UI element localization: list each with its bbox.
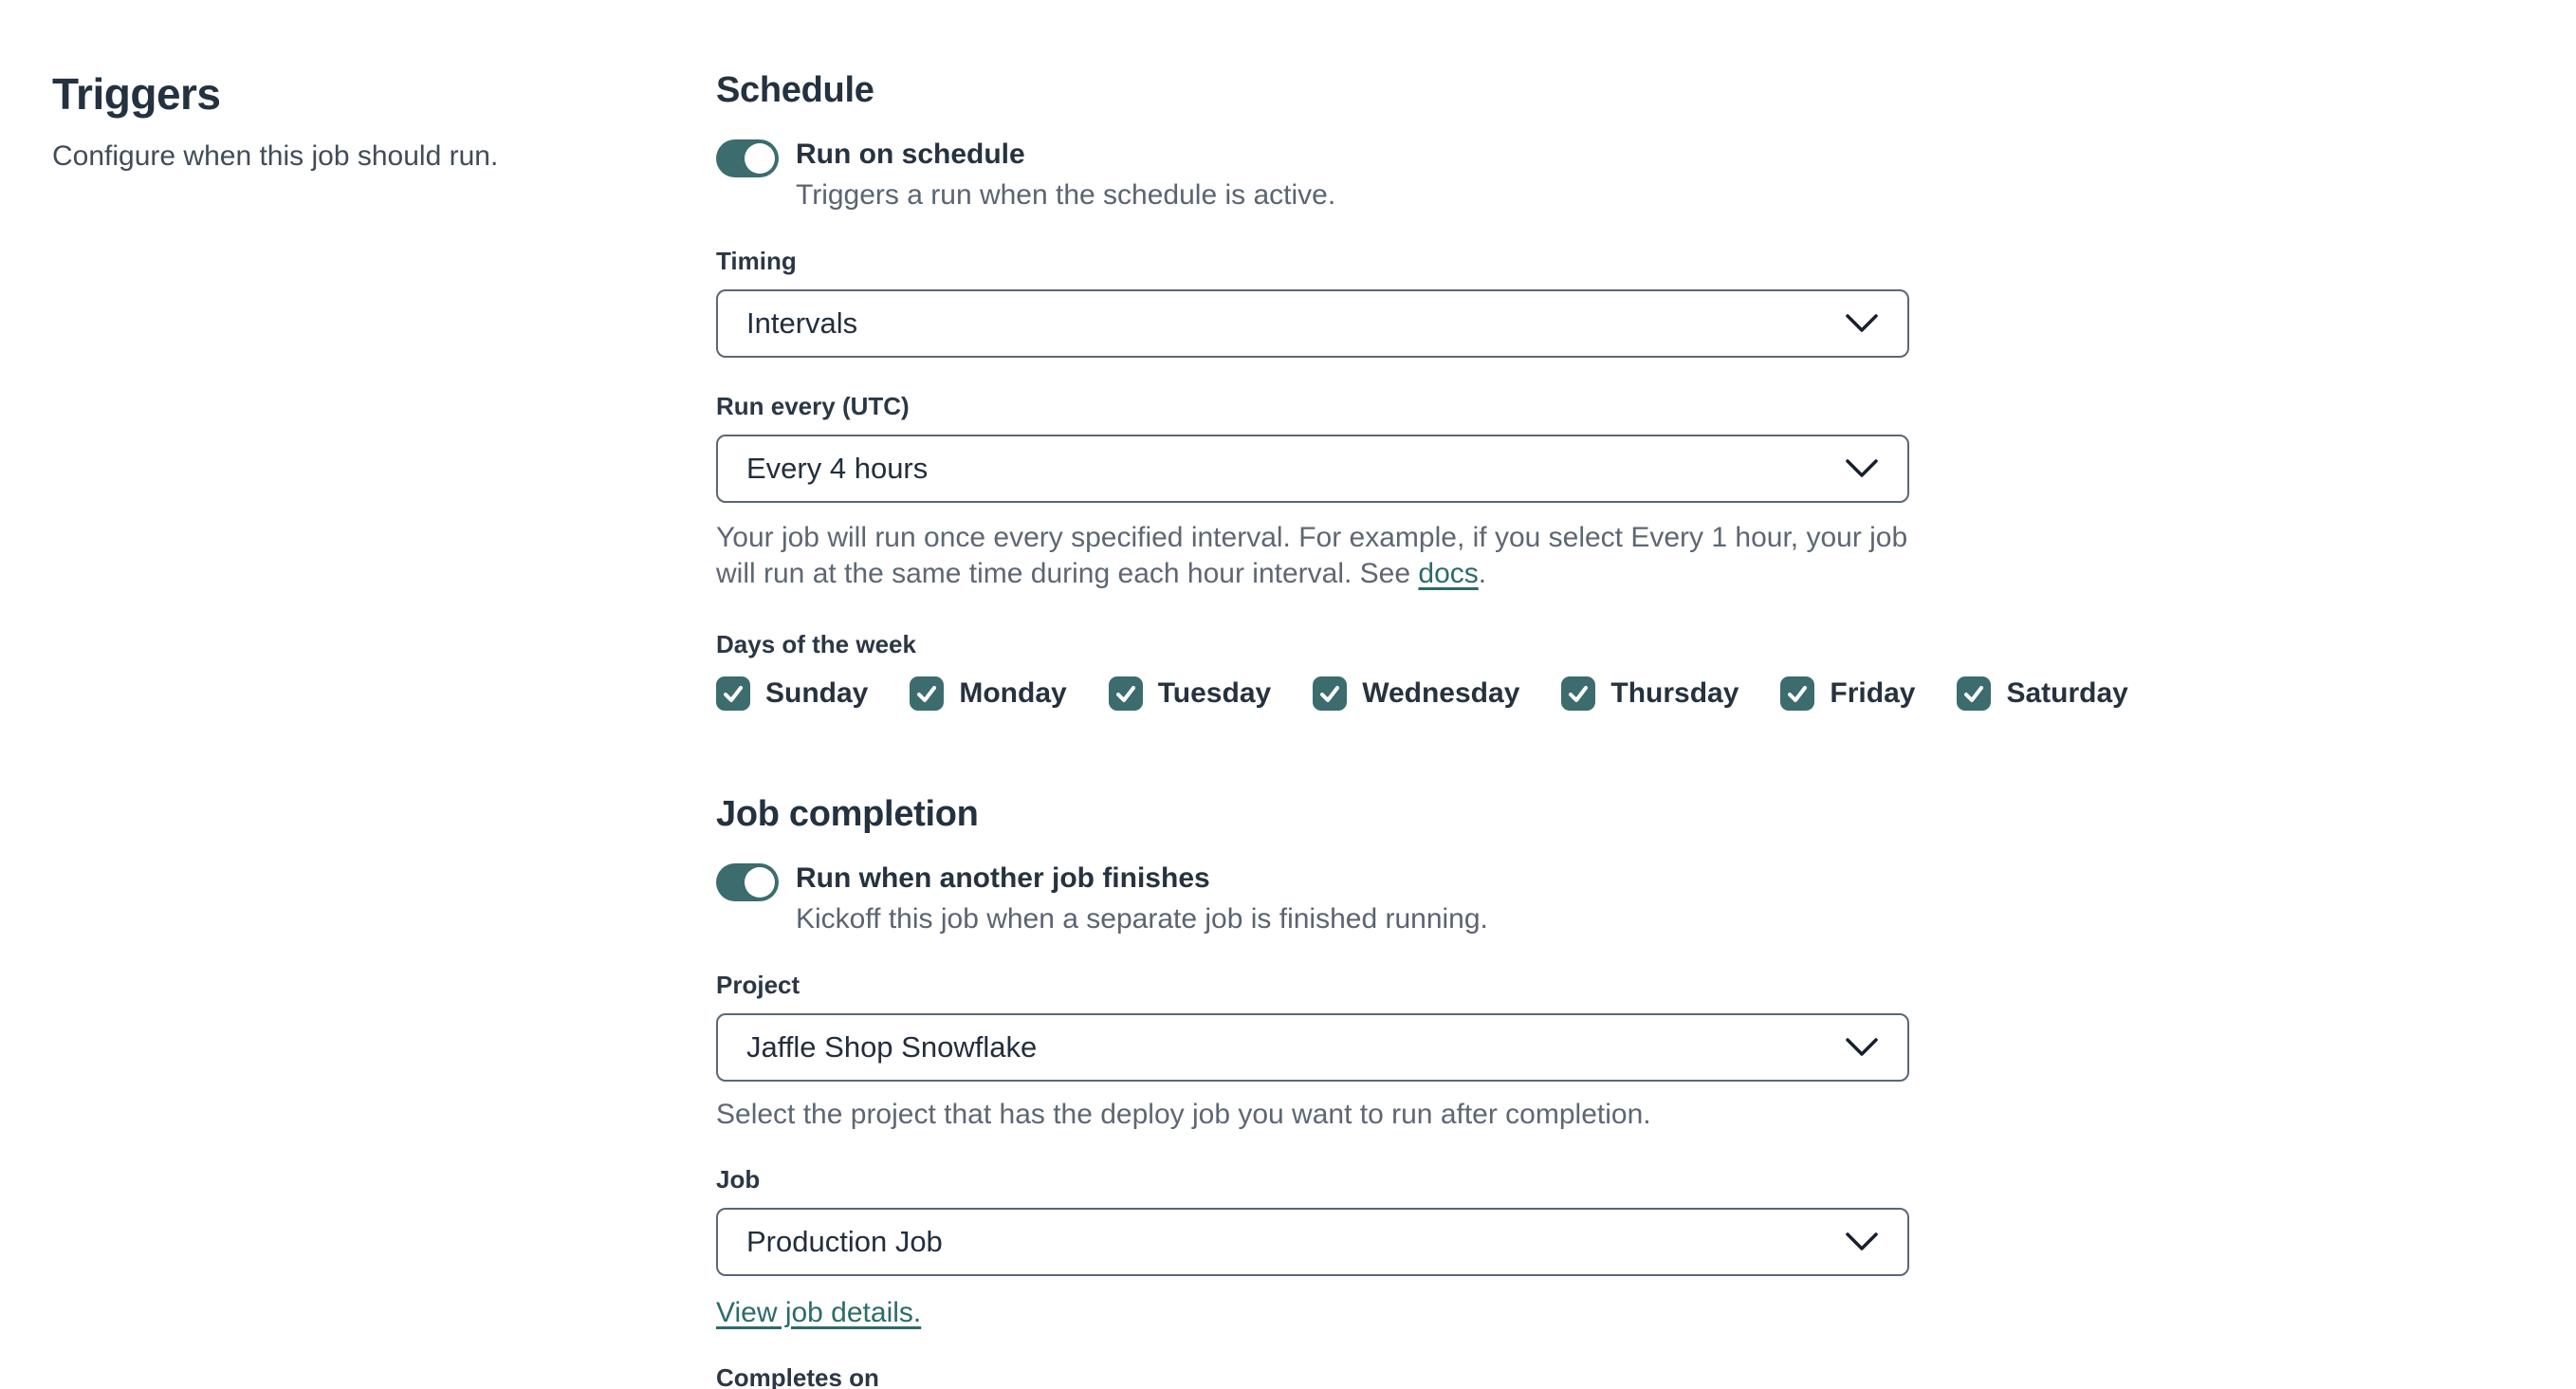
completes-on-field: Completes on Success ✕ ✕ <box>716 1363 1909 1389</box>
day-checkbox-thursday[interactable]: Thursday <box>1561 676 1739 712</box>
run-when-finishes-text: Run when another job finishes Kickoff th… <box>796 861 1488 936</box>
days-of-week-field: Days of the week Sunday Monday Tuesday W… <box>716 630 2128 712</box>
project-help-text: Select the project that has the deploy j… <box>716 1099 1651 1131</box>
timing-selected-value: Intervals <box>746 306 858 340</box>
day-label: Tuesday <box>1157 677 1272 710</box>
run-every-field: Run every (UTC) Every 4 hours Your job w… <box>716 392 1909 592</box>
day-checkbox-tuesday[interactable]: Tuesday <box>1108 676 1272 712</box>
run-on-schedule-row: Run on schedule Triggers a run when the … <box>716 138 1909 213</box>
triggers-form-panel: Schedule Run on schedule Triggers a run … <box>716 70 2128 1389</box>
run-when-finishes-description: Kickoff this job when a separate job is … <box>796 903 1488 935</box>
run-every-label: Run every (UTC) <box>716 392 910 420</box>
run-every-help-text: Your job will run once every specified i… <box>716 520 1909 592</box>
day-checkbox-friday[interactable]: Friday <box>1780 676 1916 712</box>
toggle-knob <box>745 867 775 898</box>
day-label: Saturday <box>2006 677 2128 710</box>
project-field: Project Jaffle Shop Snowflake Select the… <box>716 971 1909 1131</box>
schedule-section-heading: Schedule <box>716 70 874 110</box>
run-on-schedule-description: Triggers a run when the schedule is acti… <box>796 179 1336 211</box>
day-checkbox-saturday[interactable]: Saturday <box>1957 676 2128 712</box>
triggers-settings-page: Triggers Configure when this job should … <box>0 0 2576 1389</box>
project-select[interactable]: Jaffle Shop Snowflake <box>716 1013 1909 1083</box>
timing-label: Timing <box>716 247 797 275</box>
day-checkbox-sunday[interactable]: Sunday <box>716 676 869 712</box>
help-text-before: Your job will run once every specified i… <box>716 522 1908 590</box>
day-label: Sunday <box>765 677 869 710</box>
job-completion-section-heading: Job completion <box>716 794 979 835</box>
chevron-down-icon <box>1846 459 1878 477</box>
day-label: Wednesday <box>1362 677 1520 710</box>
day-checkbox-wednesday[interactable]: Wednesday <box>1313 676 1520 712</box>
run-when-finishes-label: Run when another job finishes <box>796 862 1210 895</box>
day-label: Monday <box>959 677 1067 710</box>
checkbox-checked-icon[interactable] <box>910 676 945 712</box>
job-select[interactable]: Production Job <box>716 1208 1909 1277</box>
triggers-description-panel: Triggers Configure when this job should … <box>52 68 640 173</box>
page-subtitle: Configure when this job should run. <box>52 140 499 172</box>
completes-on-label: Completes on <box>716 1363 879 1389</box>
project-label: Project <box>716 971 800 1000</box>
page-title: Triggers <box>52 69 221 119</box>
day-label: Friday <box>1830 677 1916 710</box>
days-of-week-row: Sunday Monday Tuesday Wednesday Thursday… <box>716 676 2128 712</box>
timing-field: Timing Intervals <box>716 247 1909 358</box>
job-field: Job Production Job View job details. <box>716 1165 1909 1329</box>
run-every-select[interactable]: Every 4 hours <box>716 435 1909 503</box>
run-when-finishes-row: Run when another job finishes Kickoff th… <box>716 861 1909 936</box>
job-selected-value: Production Job <box>746 1225 943 1259</box>
run-on-schedule-label: Run on schedule <box>796 139 1025 170</box>
chevron-down-icon <box>1846 1232 1878 1250</box>
checkbox-checked-icon[interactable] <box>1313 676 1348 712</box>
docs-link[interactable]: docs <box>1418 558 1478 589</box>
checkbox-checked-icon[interactable] <box>1957 676 1992 712</box>
run-every-selected-value: Every 4 hours <box>746 452 929 485</box>
checkbox-checked-icon[interactable] <box>716 676 750 712</box>
checkbox-checked-icon[interactable] <box>1108 676 1143 712</box>
checkbox-checked-icon[interactable] <box>1780 676 1815 712</box>
checkbox-checked-icon[interactable] <box>1561 676 1596 712</box>
chevron-down-icon <box>1846 1038 1878 1056</box>
view-job-details-link[interactable]: View job details. <box>716 1297 921 1329</box>
day-label: Thursday <box>1610 677 1739 710</box>
chevron-down-icon <box>1846 314 1878 332</box>
run-when-finishes-toggle[interactable] <box>716 863 779 902</box>
run-on-schedule-toggle[interactable] <box>716 139 779 177</box>
project-selected-value: Jaffle Shop Snowflake <box>746 1030 1038 1065</box>
day-checkbox-monday[interactable]: Monday <box>910 676 1067 712</box>
job-label: Job <box>716 1165 761 1195</box>
timing-select[interactable]: Intervals <box>716 289 1909 358</box>
help-text-after: . <box>1478 558 1487 590</box>
toggle-knob <box>745 143 775 174</box>
days-of-week-label: Days of the week <box>716 630 916 659</box>
run-on-schedule-text: Run on schedule Triggers a run when the … <box>796 138 1335 213</box>
